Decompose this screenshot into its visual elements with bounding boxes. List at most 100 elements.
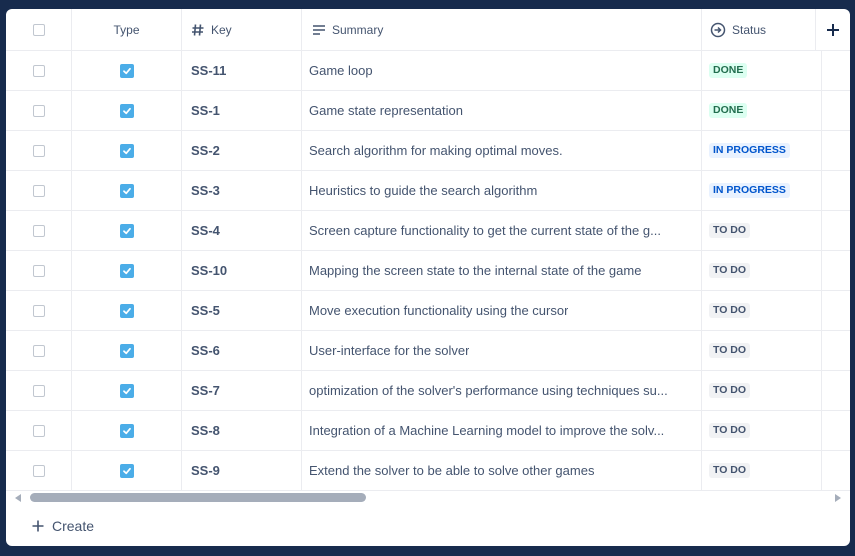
issue-summary[interactable]: Search algorithm for making optimal move… — [309, 143, 563, 158]
table-row[interactable]: SS-3 Heuristics to guide the search algor… — [6, 171, 850, 211]
status-badge[interactable]: TO DO — [709, 343, 751, 358]
status-badge[interactable]: TO DO — [709, 383, 751, 398]
status-cell[interactable]: TO DO — [702, 411, 822, 450]
status-badge[interactable]: DONE — [709, 63, 748, 78]
row-checkbox[interactable] — [32, 424, 45, 437]
summary-cell[interactable]: Heuristics to guide the search algorithm — [302, 171, 702, 210]
summary-cell[interactable]: Game loop — [302, 51, 702, 90]
table-row[interactable]: SS-9 Extend the solver to be able to solv… — [6, 451, 850, 491]
issue-key[interactable]: SS-2 — [191, 143, 220, 158]
header-key[interactable]: Key — [182, 9, 302, 50]
horizontal-scrollbar[interactable] — [6, 491, 850, 505]
row-checkbox[interactable] — [32, 104, 45, 117]
row-checkbox[interactable] — [32, 264, 45, 277]
scrollbar-thumb[interactable] — [30, 493, 366, 502]
status-badge[interactable]: IN PROGRESS — [709, 183, 790, 198]
status-badge[interactable]: DONE — [709, 103, 748, 118]
issue-summary[interactable]: Integration of a Machine Learning model … — [309, 423, 664, 438]
issue-key[interactable]: SS-1 — [191, 103, 220, 118]
issue-key[interactable]: SS-11 — [191, 63, 226, 78]
table-row[interactable]: SS-1 Game state representation DONE — [6, 91, 850, 131]
row-checkbox[interactable] — [32, 344, 45, 357]
row-checkbox[interactable] — [32, 184, 45, 197]
summary-cell[interactable]: User-interface for the solver — [302, 331, 702, 370]
key-cell[interactable]: SS-9 — [182, 451, 302, 490]
issue-summary[interactable]: optimization of the solver's performance… — [309, 383, 668, 398]
table-row[interactable]: SS-7 optimization of the solver's perform… — [6, 371, 850, 411]
scroll-left-icon[interactable] — [15, 494, 21, 502]
row-checkbox[interactable] — [32, 144, 45, 157]
key-cell[interactable]: SS-3 — [182, 171, 302, 210]
table-row[interactable]: SS-5 Move execution functionality using t… — [6, 291, 850, 331]
header-summary[interactable]: Summary — [302, 9, 702, 50]
issue-summary[interactable]: Game loop — [309, 63, 373, 78]
issue-key[interactable]: SS-8 — [191, 423, 220, 438]
key-cell[interactable]: SS-1 — [182, 91, 302, 130]
table-row[interactable]: SS-2 Search algorithm for making optimal … — [6, 131, 850, 171]
summary-cell[interactable]: optimization of the solver's performance… — [302, 371, 702, 410]
issue-summary[interactable]: Extend the solver to be able to solve ot… — [309, 463, 594, 478]
summary-cell[interactable]: Mapping the screen state to the internal… — [302, 251, 702, 290]
status-cell[interactable]: TO DO — [702, 211, 822, 250]
summary-cell[interactable]: Game state representation — [302, 91, 702, 130]
issue-summary[interactable]: Heuristics to guide the search algorithm — [309, 183, 537, 198]
summary-cell[interactable]: Move execution functionality using the c… — [302, 291, 702, 330]
row-checkbox[interactable] — [32, 304, 45, 317]
status-badge[interactable]: TO DO — [709, 463, 751, 478]
summary-cell[interactable]: Integration of a Machine Learning model … — [302, 411, 702, 450]
issue-summary[interactable]: Mapping the screen state to the internal… — [309, 263, 641, 278]
extra-cell — [822, 371, 850, 410]
key-cell[interactable]: SS-8 — [182, 411, 302, 450]
status-cell[interactable]: TO DO — [702, 451, 822, 490]
table-row[interactable]: SS-10 Mapping the screen state to the int… — [6, 251, 850, 291]
status-cell[interactable]: IN PROGRESS — [702, 131, 822, 170]
key-cell[interactable]: SS-11 — [182, 51, 302, 90]
scroll-right-icon[interactable] — [835, 494, 841, 502]
status-cell[interactable]: DONE — [702, 91, 822, 130]
status-cell[interactable]: TO DO — [702, 291, 822, 330]
table-row[interactable]: SS-6 User-interface for the solver TO DO — [6, 331, 850, 371]
status-badge[interactable]: TO DO — [709, 423, 751, 438]
issue-summary[interactable]: Screen capture functionality to get the … — [309, 223, 661, 238]
add-column-button[interactable] — [816, 9, 850, 50]
status-cell[interactable]: TO DO — [702, 371, 822, 410]
header-status[interactable]: Status — [702, 9, 816, 50]
issue-key[interactable]: SS-10 — [191, 263, 227, 278]
key-cell[interactable]: SS-5 — [182, 291, 302, 330]
table-row[interactable]: SS-4 Screen capture functionality to get … — [6, 211, 850, 251]
issue-key[interactable]: SS-6 — [191, 343, 220, 358]
issue-key[interactable]: SS-3 — [191, 183, 220, 198]
issue-key[interactable]: SS-5 — [191, 303, 220, 318]
summary-cell[interactable]: Search algorithm for making optimal move… — [302, 131, 702, 170]
issue-key[interactable]: SS-9 — [191, 463, 220, 478]
issue-summary[interactable]: Move execution functionality using the c… — [309, 303, 568, 318]
key-cell[interactable]: SS-6 — [182, 331, 302, 370]
status-badge[interactable]: IN PROGRESS — [709, 143, 790, 158]
status-cell[interactable]: TO DO — [702, 331, 822, 370]
issue-key[interactable]: SS-4 — [191, 223, 220, 238]
key-cell[interactable]: SS-10 — [182, 251, 302, 290]
row-checkbox[interactable] — [32, 64, 45, 77]
status-cell[interactable]: DONE — [702, 51, 822, 90]
issue-summary[interactable]: Game state representation — [309, 103, 463, 118]
summary-cell[interactable]: Extend the solver to be able to solve ot… — [302, 451, 702, 490]
status-cell[interactable]: TO DO — [702, 251, 822, 290]
row-checkbox[interactable] — [32, 384, 45, 397]
status-badge[interactable]: TO DO — [709, 303, 751, 318]
create-button[interactable]: Create — [32, 515, 94, 537]
status-badge[interactable]: TO DO — [709, 263, 751, 278]
key-cell[interactable]: SS-2 — [182, 131, 302, 170]
table-row[interactable]: SS-11 Game loop DONE — [6, 51, 850, 91]
table-row[interactable]: SS-8 Integration of a Machine Learning mo… — [6, 411, 850, 451]
status-badge[interactable]: TO DO — [709, 223, 751, 238]
row-checkbox[interactable] — [32, 464, 45, 477]
issue-key[interactable]: SS-7 — [191, 383, 220, 398]
issue-summary[interactable]: User-interface for the solver — [309, 343, 469, 358]
row-checkbox[interactable] — [32, 224, 45, 237]
summary-cell[interactable]: Screen capture functionality to get the … — [302, 211, 702, 250]
select-all-checkbox[interactable] — [32, 23, 45, 36]
status-cell[interactable]: IN PROGRESS — [702, 171, 822, 210]
key-cell[interactable]: SS-7 — [182, 371, 302, 410]
header-type[interactable]: Type — [72, 9, 182, 50]
key-cell[interactable]: SS-4 — [182, 211, 302, 250]
